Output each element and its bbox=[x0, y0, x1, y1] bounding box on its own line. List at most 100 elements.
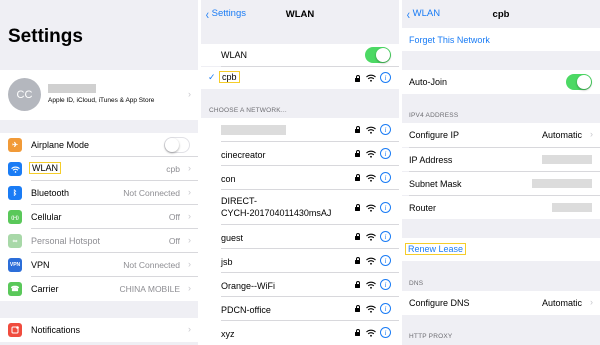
lock-icon bbox=[355, 281, 360, 288]
subnet-mask-row: Subnet Mask bbox=[402, 172, 600, 195]
chevron-right-icon: › bbox=[188, 324, 191, 334]
router-redacted bbox=[552, 203, 592, 212]
hotspot-icon: ∞ bbox=[8, 234, 22, 248]
airplane-mode-toggle[interactable] bbox=[164, 137, 190, 153]
settings-row-carrier[interactable]: ☎ Carrier CHINA MOBILE › bbox=[0, 277, 198, 301]
settings-row-value: cpb bbox=[166, 164, 180, 174]
network-name: con bbox=[221, 174, 236, 184]
settings-row-label: Carrier bbox=[31, 284, 59, 294]
wifi-signal-icon bbox=[366, 74, 376, 82]
auto-join-toggle[interactable] bbox=[566, 74, 592, 90]
settings-row-label: Notifications bbox=[31, 325, 81, 335]
subnet-mask-redacted bbox=[532, 179, 592, 188]
checkmark-icon: ✓ bbox=[208, 72, 216, 82]
settings-row-label: VPN bbox=[31, 260, 50, 270]
bluetooth-icon: ᛒ bbox=[8, 186, 22, 200]
info-icon[interactable]: i bbox=[380, 72, 391, 83]
chevron-right-icon: › bbox=[188, 259, 191, 269]
renew-lease-row[interactable]: Renew Lease bbox=[402, 238, 600, 261]
info-icon[interactable]: i bbox=[380, 148, 391, 159]
ip-address-row: IP Address bbox=[402, 148, 600, 171]
network-row[interactable]: con i bbox=[201, 166, 399, 190]
configure-ip-value: Automatic bbox=[541, 130, 582, 140]
settings-row-value: Not Connected bbox=[123, 188, 180, 198]
configure-ip-label: Configure IP bbox=[409, 130, 460, 140]
network-row[interactable]: PDCN-office i bbox=[201, 297, 399, 321]
settings-panel: Settings CC Apple ID, iCloud, iTunes & A… bbox=[0, 0, 198, 345]
lock-icon bbox=[355, 329, 360, 336]
network-row[interactable]: Orange--WiFi i bbox=[201, 273, 399, 297]
connected-network-row[interactable]: ✓ cpb i bbox=[201, 67, 399, 89]
nav-title: WLAN bbox=[285, 9, 315, 20]
phone-icon: ☎ bbox=[8, 282, 22, 296]
avatar: CC bbox=[8, 78, 41, 111]
connected-network-name: cpb bbox=[219, 71, 240, 83]
section-header: CHOOSE A NETWORK... bbox=[209, 107, 287, 114]
wifi-icon bbox=[8, 162, 22, 176]
network-detail-panel: ‹ WLAN cpb Forget This Network Auto-Join … bbox=[402, 0, 600, 345]
configure-dns-label: Configure DNS bbox=[409, 298, 470, 308]
vpn-icon: VPN bbox=[8, 258, 22, 272]
section-header: IPV4 ADDRESS bbox=[409, 112, 459, 119]
info-icon[interactable]: i bbox=[380, 231, 391, 242]
auto-join-label: Auto-Join bbox=[409, 77, 448, 87]
lock-icon bbox=[355, 305, 360, 312]
info-icon[interactable]: i bbox=[380, 327, 391, 338]
apple-id-row[interactable]: CC Apple ID, iCloud, iTunes & App Store … bbox=[0, 70, 198, 120]
info-icon[interactable]: i bbox=[380, 202, 391, 213]
settings-row-value: Off bbox=[168, 236, 180, 246]
settings-row-notifications[interactable]: Notifications › bbox=[0, 318, 198, 342]
network-row[interactable]: cinecreator i bbox=[201, 142, 399, 166]
settings-row-airplane-mode[interactable]: ✈ Airplane Mode bbox=[0, 133, 198, 157]
lock-icon bbox=[355, 174, 360, 181]
configure-dns-row[interactable]: Configure DNS Automatic › bbox=[402, 291, 600, 315]
info-icon[interactable]: i bbox=[380, 255, 391, 266]
info-icon[interactable]: i bbox=[380, 172, 391, 183]
network-row[interactable]: jsb i bbox=[201, 249, 399, 273]
nav-title: cpb bbox=[492, 9, 510, 20]
network-row[interactable]: guest i bbox=[201, 225, 399, 249]
ip-address-redacted bbox=[542, 155, 592, 164]
settings-row-cellular[interactable]: ((•)) Cellular Off › bbox=[0, 205, 198, 229]
settings-row-vpn[interactable]: VPN VPN Not Connected › bbox=[0, 253, 198, 277]
network-row[interactable]: xyz i bbox=[201, 321, 399, 345]
network-row[interactable]: i bbox=[201, 118, 399, 142]
settings-row-wlan[interactable]: WLAN cpb › bbox=[0, 157, 198, 181]
lock-icon bbox=[355, 75, 360, 82]
chevron-right-icon: › bbox=[188, 283, 191, 293]
configure-ip-row[interactable]: Configure IP Automatic › bbox=[402, 123, 600, 147]
settings-row-label: WLAN bbox=[29, 162, 62, 174]
settings-row-bluetooth[interactable]: ᛒ Bluetooth Not Connected › bbox=[0, 181, 198, 205]
section-header: DNS bbox=[409, 280, 424, 287]
chevron-right-icon: › bbox=[188, 187, 191, 197]
network-name: guest bbox=[221, 233, 244, 243]
wifi-signal-icon bbox=[366, 257, 376, 265]
settings-row-value: Not Connected bbox=[123, 260, 180, 270]
settings-row-value: CHINA MOBILE bbox=[119, 284, 180, 294]
chevron-right-icon: › bbox=[590, 129, 593, 139]
chevron-right-icon: › bbox=[590, 297, 593, 307]
chevron-right-icon: › bbox=[188, 211, 191, 221]
network-name: jsb bbox=[221, 257, 233, 267]
wifi-signal-icon bbox=[366, 233, 376, 241]
auto-join-row: Auto-Join bbox=[402, 70, 600, 94]
wifi-signal-icon bbox=[366, 281, 376, 289]
settings-row-personal-hotspot[interactable]: ∞ Personal Hotspot Off › bbox=[0, 229, 198, 253]
network-row[interactable]: DIRECT- CYCH-201704011430msAJ i bbox=[201, 190, 399, 225]
wifi-signal-icon bbox=[366, 204, 376, 212]
lock-icon bbox=[355, 257, 360, 264]
wlan-toggle[interactable] bbox=[365, 47, 391, 63]
network-name: DIRECT- CYCH-201704011430msAJ bbox=[221, 196, 332, 218]
settings-row-label: Airplane Mode bbox=[31, 140, 90, 150]
info-icon[interactable]: i bbox=[380, 124, 391, 135]
network-name: cinecreator bbox=[221, 150, 266, 160]
renew-lease-button[interactable]: Renew Lease bbox=[405, 243, 467, 255]
info-icon[interactable]: i bbox=[380, 303, 391, 314]
forget-network-button[interactable]: Forget This Network bbox=[409, 35, 490, 45]
settings-row-value: Off bbox=[168, 212, 180, 222]
lock-icon bbox=[355, 204, 360, 211]
info-icon[interactable]: i bbox=[380, 279, 391, 290]
settings-row-label: Personal Hotspot bbox=[31, 236, 101, 246]
router-label: Router bbox=[409, 203, 437, 213]
forget-network-row[interactable]: Forget This Network bbox=[402, 28, 600, 51]
